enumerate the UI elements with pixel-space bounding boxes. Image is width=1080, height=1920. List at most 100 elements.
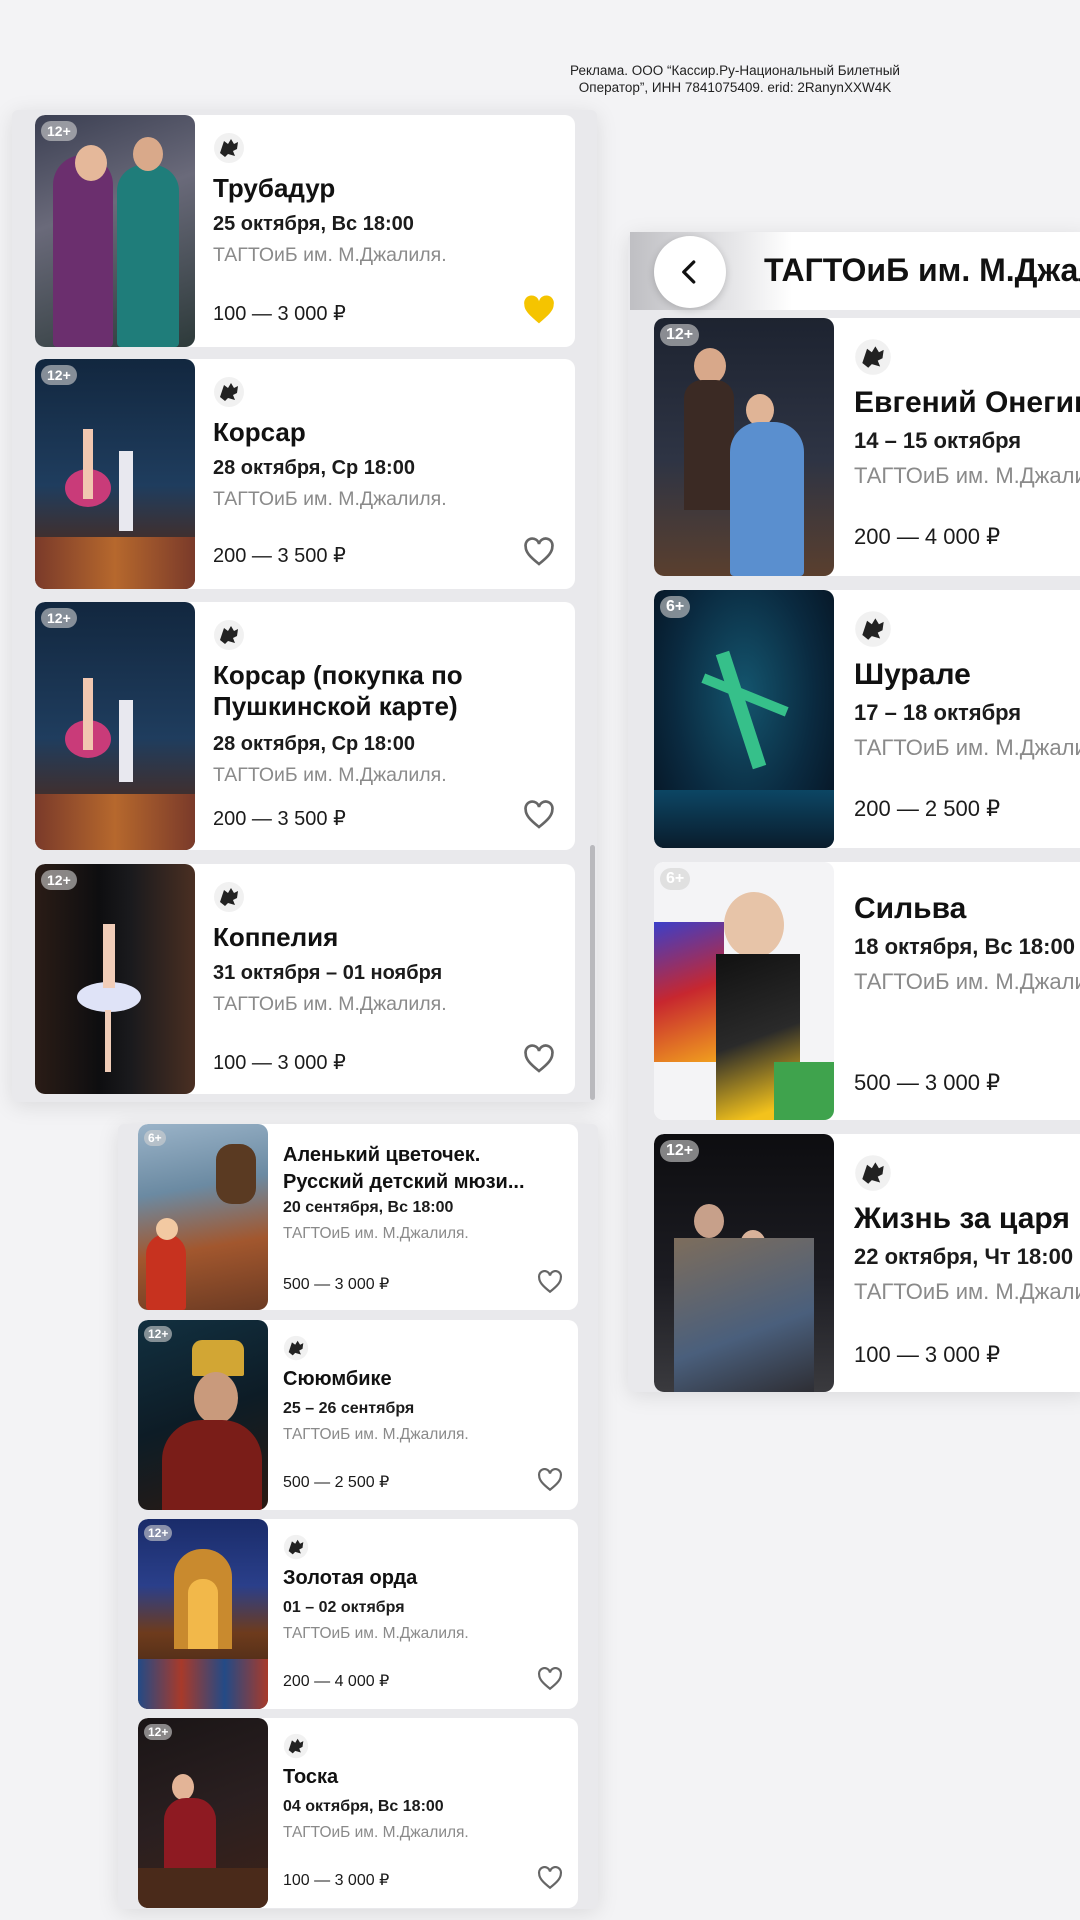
event-venue: ТАГТОиБ им. М.Джалиля. bbox=[283, 1426, 469, 1443]
event-title[interactable]: Шурале bbox=[854, 658, 971, 692]
event-price: 100 — 3 000 ₽ bbox=[283, 1872, 390, 1889]
event-price: 100 — 3 000 ₽ bbox=[854, 1342, 1001, 1367]
age-badge: 12+ bbox=[41, 365, 77, 385]
lion-head-icon bbox=[283, 1733, 309, 1759]
event-price: 100 — 3 000 ₽ bbox=[213, 1052, 346, 1074]
heart-icon[interactable] bbox=[537, 1468, 563, 1492]
event-date: 04 октября, Вс 18:00 bbox=[283, 1798, 444, 1815]
event-title[interactable]: Трубадур bbox=[213, 173, 335, 204]
event-title[interactable]: Аленький цветочек. Русский детский мюзи.… bbox=[283, 1142, 525, 1196]
event-poster: 12+ bbox=[35, 115, 195, 347]
event-price: 200 — 4 000 ₽ bbox=[283, 1673, 390, 1690]
event-card[interactable]: 12+ Корсар (покупка по Пушкинской карте)… bbox=[35, 602, 575, 850]
chevron-left-icon bbox=[682, 260, 696, 284]
event-card[interactable]: 6+ Аленький цветочек. Русский детский мю… bbox=[138, 1124, 578, 1310]
age-badge: 12+ bbox=[144, 1525, 173, 1541]
age-badge: 12+ bbox=[144, 1326, 173, 1342]
event-venue: ТАГТОиБ им. М.Джалиля. bbox=[283, 1824, 469, 1841]
event-poster: 6+ bbox=[138, 1124, 268, 1310]
event-date: 28 октября, Ср 18:00 bbox=[213, 733, 415, 755]
event-venue: ТАГТОиБ им. М.Джалиля. bbox=[213, 993, 447, 1015]
event-title[interactable]: Золотая орда bbox=[283, 1567, 417, 1590]
age-badge: 12+ bbox=[41, 121, 77, 141]
event-price: 200 — 3 500 ₽ bbox=[213, 545, 346, 567]
lion-head-icon bbox=[214, 133, 244, 163]
event-title[interactable]: Сильва bbox=[854, 892, 966, 926]
event-title[interactable]: Корсар (покупка по Пушкинской карте) bbox=[213, 660, 463, 722]
heart-icon[interactable] bbox=[537, 1270, 563, 1294]
heart-icon[interactable] bbox=[523, 537, 555, 567]
lion-head-icon bbox=[214, 882, 244, 912]
event-title[interactable]: Евгений Онегин bbox=[854, 386, 1080, 420]
event-venue: ТАГТОиБ им. М.Джалиля. bbox=[854, 463, 1080, 488]
heart-icon[interactable] bbox=[523, 295, 555, 325]
event-title[interactable]: Сююмбике bbox=[283, 1368, 392, 1391]
event-price: 200 — 3 500 ₽ bbox=[213, 808, 346, 830]
lion-head-icon bbox=[283, 1534, 309, 1560]
event-card[interactable]: 12+ Трубадур 25 октября, Вс 18:00 ТАГТОи… bbox=[35, 115, 575, 347]
age-badge: 12+ bbox=[660, 1140, 700, 1162]
age-badge: 12+ bbox=[41, 870, 77, 890]
event-card[interactable]: 12+ Сююмбике 25 – 26 сентября ТАГТОиБ им… bbox=[138, 1320, 578, 1510]
event-venue: ТАГТОиБ им. М.Джалиля. bbox=[283, 1625, 469, 1642]
back-button[interactable] bbox=[654, 236, 726, 308]
heart-icon[interactable] bbox=[523, 1044, 555, 1074]
event-date: 01 – 02 октября bbox=[283, 1599, 405, 1616]
event-price: 100 — 3 000 ₽ bbox=[213, 303, 346, 325]
event-title-line-1: Корсар (покупка по bbox=[213, 660, 463, 690]
ad-line-1: Реклама. ООО “Кассир.Ру-Национальный Бил… bbox=[570, 63, 900, 78]
event-poster: 12+ bbox=[35, 602, 195, 850]
event-date: 22 октября, Чт 18:00 bbox=[854, 1244, 1074, 1269]
event-card[interactable]: 12+ Корсар 28 октября, Ср 18:00 ТАГТОиБ … bbox=[35, 359, 575, 589]
event-title[interactable]: Жизнь за царя bbox=[854, 1202, 1070, 1236]
event-date: 25 – 26 сентября bbox=[283, 1400, 415, 1417]
event-date: 28 октября, Ср 18:00 bbox=[213, 457, 415, 479]
event-poster: 12+ bbox=[654, 1134, 834, 1392]
event-price: 500 — 3 000 ₽ bbox=[854, 1070, 1001, 1095]
event-date: 25 октября, Вс 18:00 bbox=[213, 213, 414, 235]
age-badge: 6+ bbox=[660, 596, 691, 618]
lion-head-icon bbox=[855, 1155, 891, 1191]
event-title-line-1: Аленький цветочек. bbox=[283, 1144, 481, 1166]
heart-icon[interactable] bbox=[523, 800, 555, 830]
event-date: 17 – 18 октября bbox=[854, 700, 1022, 725]
lion-head-icon bbox=[214, 377, 244, 407]
event-card[interactable]: 6+ Сильва 18 октября, Вс 18:00 ТАГТОиБ и… bbox=[654, 862, 1080, 1120]
heart-icon[interactable] bbox=[537, 1667, 563, 1691]
event-venue: ТАГТОиБ им. М.Джалиля. bbox=[213, 244, 447, 266]
lion-head-icon bbox=[855, 339, 891, 375]
event-title[interactable]: Корсар bbox=[213, 417, 306, 448]
lion-head-icon bbox=[855, 611, 891, 647]
event-date: 31 октября – 01 ноября bbox=[213, 962, 443, 984]
event-price: 200 — 2 500 ₽ bbox=[854, 796, 1001, 821]
scrollbar[interactable] bbox=[590, 845, 595, 1100]
event-card[interactable]: 6+ Шурале 17 – 18 октября ТАГТОиБ им. М.… bbox=[654, 590, 1080, 848]
event-card[interactable]: 12+ Тоска 04 октября, Вс 18:00 ТАГТОиБ и… bbox=[138, 1718, 578, 1908]
event-card[interactable]: 12+ Коппелия 31 октября – 01 ноября ТАГТ… bbox=[35, 864, 575, 1094]
event-title[interactable]: Коппелия bbox=[213, 922, 338, 953]
age-badge: 12+ bbox=[41, 608, 77, 628]
lion-head-icon bbox=[214, 620, 244, 650]
event-card[interactable]: 12+ Евгений Онегин 14 – 15 октября ТАГТО… bbox=[654, 318, 1080, 576]
event-poster: 6+ bbox=[654, 862, 834, 1120]
event-poster: 12+ bbox=[35, 359, 195, 589]
event-price: 500 — 2 500 ₽ bbox=[283, 1474, 390, 1491]
event-venue: ТАГТОиБ им. М.Джалиля. bbox=[283, 1225, 469, 1242]
event-price: 500 — 3 000 ₽ bbox=[283, 1276, 390, 1293]
page-title: ТАГТОиБ им. М.Джалиля. bbox=[764, 252, 1080, 288]
event-poster: 6+ bbox=[654, 590, 834, 848]
event-title[interactable]: Тоска bbox=[283, 1766, 338, 1789]
event-title-line-2: Русский детский мюзи... bbox=[283, 1171, 525, 1193]
event-card[interactable]: 12+ Жизнь за царя 22 октября, Чт 18:00 Т… bbox=[654, 1134, 1080, 1392]
event-poster: 12+ bbox=[138, 1718, 268, 1908]
event-venue: ТАГТОиБ им. М.Джалиля. bbox=[213, 764, 447, 786]
heart-icon[interactable] bbox=[537, 1866, 563, 1890]
age-badge: 6+ bbox=[660, 868, 691, 890]
event-venue: ТАГТОиБ им. М.Джалиля. bbox=[854, 969, 1080, 994]
event-venue: ТАГТОиБ им. М.Джалиля. bbox=[213, 488, 447, 510]
event-price: 200 — 4 000 ₽ bbox=[854, 524, 1001, 549]
ad-line-2: Оператор”, ИНН 7841075409. erid: 2RanynX… bbox=[578, 80, 892, 95]
event-card[interactable]: 12+ Золотая орда 01 – 02 октября ТАГТОиБ… bbox=[138, 1519, 578, 1709]
age-badge: 12+ bbox=[144, 1724, 173, 1740]
age-badge: 6+ bbox=[144, 1130, 166, 1146]
